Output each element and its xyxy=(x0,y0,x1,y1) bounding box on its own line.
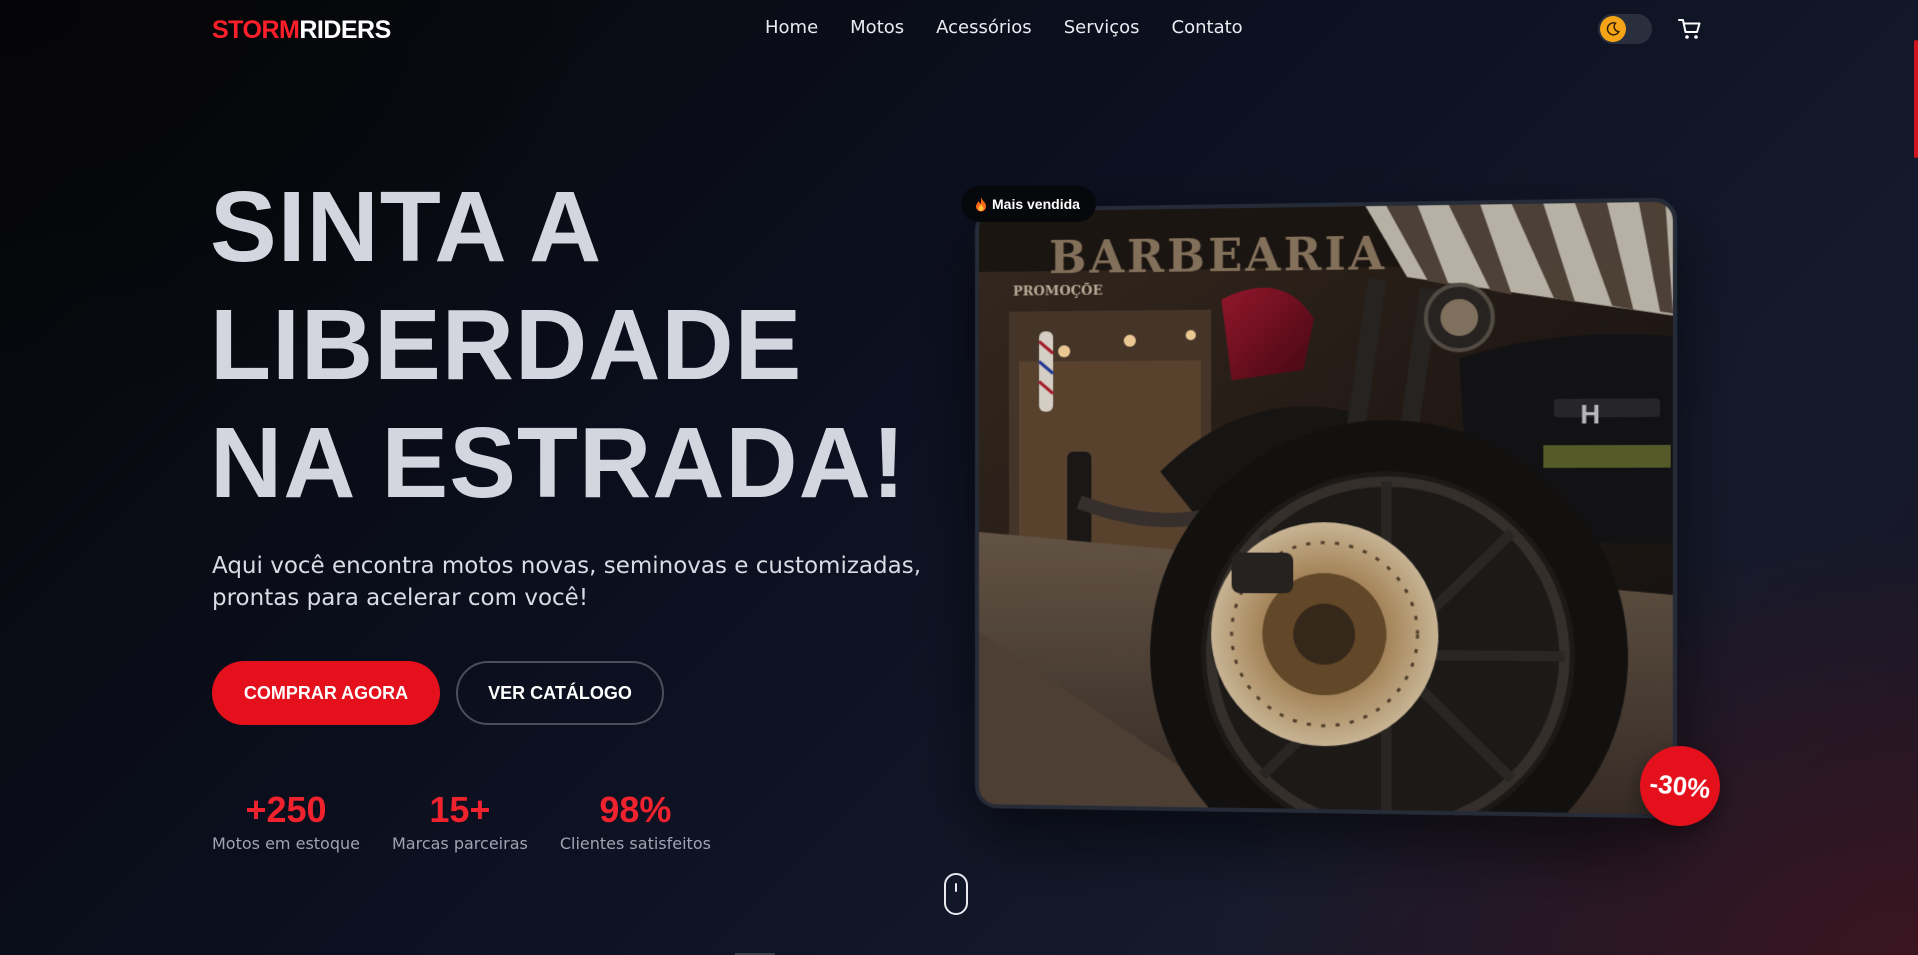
stat-satisfaction: 98% Clientes satisfeitos xyxy=(560,788,711,853)
hero-subtitle: Aqui você encontra motos novas, seminova… xyxy=(212,553,922,611)
motorcycle-photo: BARBEARIA PROMOÇÕE 411 xyxy=(975,197,1678,819)
nav-link-acessorios[interactable]: Acessórios xyxy=(936,17,1032,38)
stats-row: +250 Motos em estoque 15+ Marcas parceir… xyxy=(212,788,711,853)
fire-icon xyxy=(976,196,986,211)
hero-title: SINTA A LIBERDADE NA ESTRADA! xyxy=(210,168,970,522)
brand-logo-part1: STORM xyxy=(212,16,300,44)
theme-toggle[interactable] xyxy=(1598,14,1652,44)
mouse-wheel xyxy=(955,883,957,892)
moon-icon xyxy=(1606,22,1620,36)
brand-logo-part2: RIDERS xyxy=(299,16,391,44)
nav-link-home[interactable]: Home xyxy=(765,17,818,38)
stat-value: 15+ xyxy=(429,789,491,830)
stat-stock: +250 Motos em estoque xyxy=(212,788,360,853)
stat-label: Clientes satisfeitos xyxy=(559,834,711,853)
nav-link-motos[interactable]: Motos xyxy=(850,17,904,38)
view-catalog-button[interactable]: VER CATÁLOGO xyxy=(456,661,664,725)
site-header: STORMRIDERS Home Motos Acessórios Serviç… xyxy=(0,0,1918,58)
hero-title-line-1: SINTA A xyxy=(210,171,603,283)
theme-toggle-knob xyxy=(1600,16,1626,42)
buy-now-button[interactable]: COMPRAR AGORA xyxy=(212,661,440,725)
best-seller-label: Mais vendida xyxy=(992,196,1080,212)
scroll-down-mouse-icon[interactable] xyxy=(944,873,968,915)
main-nav: Home Motos Acessórios Serviços Contato xyxy=(765,17,1243,38)
hero-title-line-2: LIBERDADE xyxy=(210,289,803,401)
product-card[interactable]: BARBEARIA PROMOÇÕE 411 xyxy=(975,197,1678,819)
cart-icon xyxy=(1678,19,1701,39)
stat-label: Marcas parceiras xyxy=(391,834,528,853)
best-seller-badge: Mais vendida xyxy=(961,186,1096,222)
stat-label: Motos em estoque xyxy=(212,834,360,853)
stat-value: +250 xyxy=(245,789,327,830)
nav-link-servicos[interactable]: Serviços xyxy=(1064,17,1140,38)
brand-logo[interactable]: STORMRIDERS xyxy=(212,16,391,45)
stat-brands: 15+ Marcas parceiras xyxy=(392,788,528,853)
cart-button[interactable] xyxy=(1677,16,1703,42)
nav-link-contato[interactable]: Contato xyxy=(1172,17,1243,38)
hero-title-line-3: NA ESTRADA! xyxy=(210,407,907,519)
stat-value: 98% xyxy=(599,789,672,830)
